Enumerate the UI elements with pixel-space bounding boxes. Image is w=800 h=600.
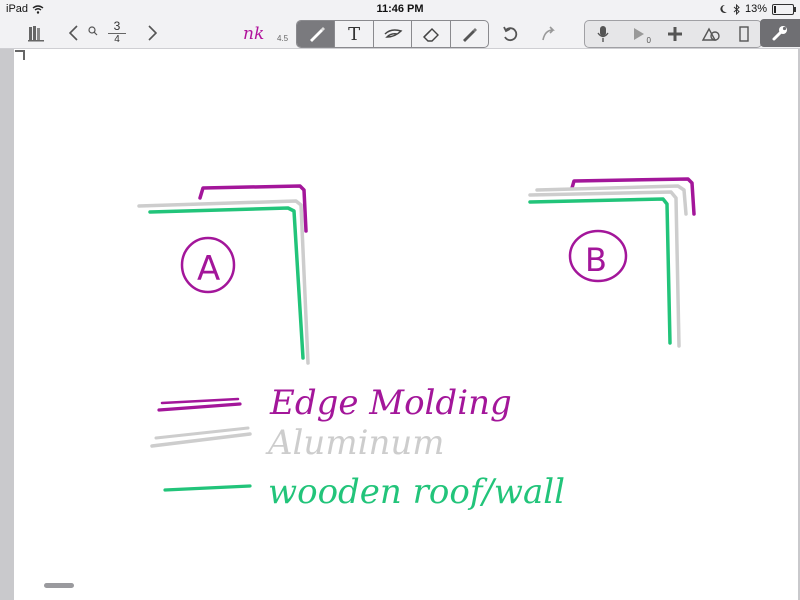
settings-button[interactable]: [760, 19, 800, 47]
status-time: 11:46 PM: [376, 3, 424, 15]
scroll-indicator[interactable]: [44, 583, 74, 588]
total-pages: 4: [114, 34, 120, 45]
page-options-button[interactable]: [729, 21, 759, 47]
search-icon: [88, 26, 98, 36]
lasso-tool[interactable]: [374, 21, 413, 47]
chevron-right-icon: [147, 25, 157, 41]
brand-version: 4.5: [277, 34, 289, 43]
record-audio-button[interactable]: [585, 21, 621, 47]
legend-wooden-roof-wall: wooden roof/wall: [268, 472, 565, 512]
undo-icon: [503, 26, 518, 42]
add-button[interactable]: [657, 21, 693, 47]
undo-button[interactable]: [500, 22, 520, 46]
text-tool-label: T: [348, 23, 361, 45]
note-page[interactable]: A B Edge Molding Aluminum wooden roof/wa…: [14, 49, 798, 600]
media-group: 0: [584, 20, 762, 48]
text-tool[interactable]: T: [335, 21, 374, 47]
legend-edge-molding: Edge Molding: [269, 383, 512, 423]
wrench-icon: [772, 26, 787, 41]
battery-percent: 13%: [744, 3, 767, 15]
brand-logo: nk: [243, 24, 265, 44]
pen-icon: [309, 27, 325, 42]
label-b: B: [585, 241, 607, 279]
highlighter-tool[interactable]: [451, 21, 488, 47]
eraser-icon: [422, 28, 439, 42]
label-a: A: [197, 249, 220, 289]
page-icon: [739, 26, 749, 42]
corner-b: [528, 177, 696, 348]
tool-group: T: [296, 20, 489, 48]
ink-drawing: A B Edge Molding Aluminum wooden roof/wa…: [137, 177, 696, 512]
current-page: 3: [113, 19, 121, 33]
microphone-icon: [597, 26, 609, 42]
library-button[interactable]: [26, 21, 48, 45]
status-bar: iPad 11:46 PM 13%: [0, 0, 800, 18]
previous-page-button[interactable]: [66, 21, 80, 45]
play-icon: [634, 28, 644, 40]
eraser-tool[interactable]: [412, 21, 451, 47]
highlighter-icon: [463, 28, 478, 42]
next-page-button[interactable]: [145, 21, 159, 45]
pen-tool[interactable]: [297, 21, 336, 47]
shapes-icon: [701, 27, 720, 41]
redo-button[interactable]: [538, 22, 560, 46]
redo-icon: [542, 26, 555, 41]
play-count: 0: [646, 36, 651, 45]
corner-a: [137, 184, 310, 365]
plus-icon: [668, 27, 682, 41]
shapes-button[interactable]: [693, 21, 729, 47]
legend: [150, 397, 252, 492]
library-icon: [28, 26, 44, 42]
page-indicator[interactable]: 3 4: [88, 19, 138, 47]
play-button[interactable]: 0: [621, 21, 657, 47]
status-right: 13%: [719, 3, 796, 15]
lasso-icon: [383, 29, 402, 38]
bluetooth-icon: [733, 3, 740, 15]
legend-aluminum: Aluminum: [265, 423, 444, 463]
battery-fill: [774, 5, 777, 13]
battery-icon: [772, 3, 796, 15]
chevron-left-icon: [68, 25, 78, 41]
moon-icon: [720, 4, 727, 13]
